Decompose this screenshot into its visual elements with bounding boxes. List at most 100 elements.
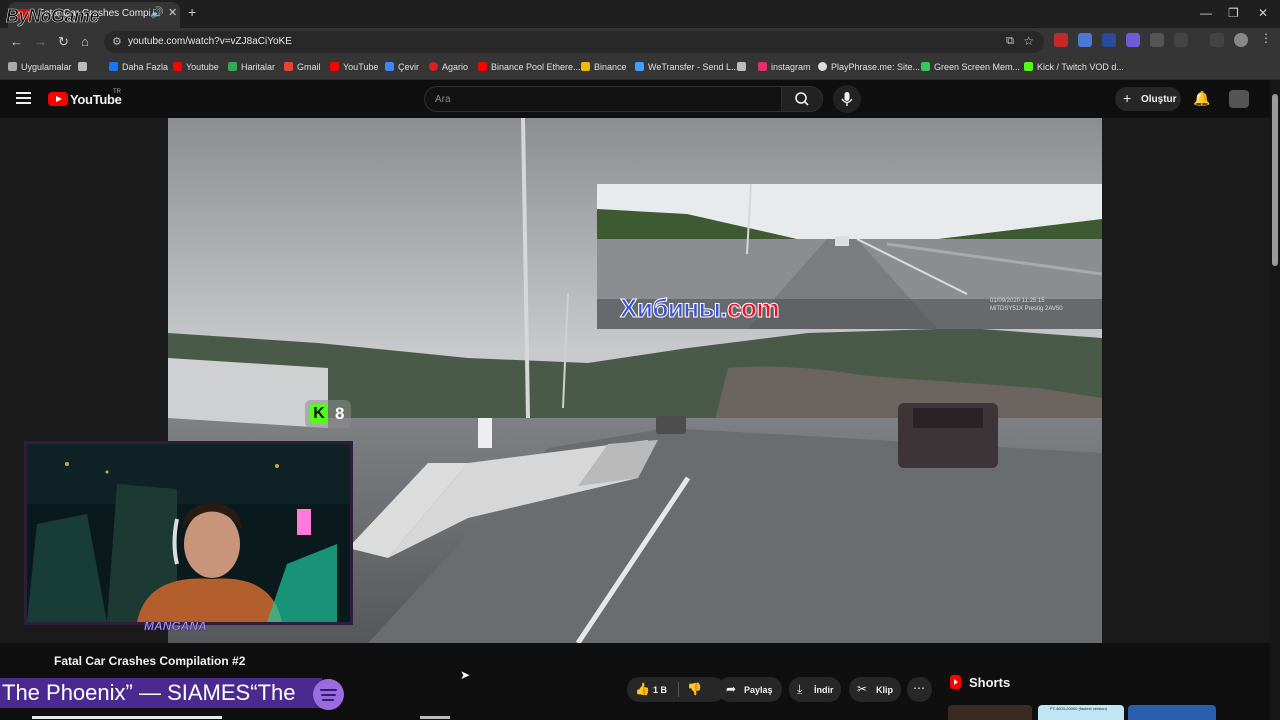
site-info-icon[interactable]: ⚙ [112, 35, 122, 48]
loading-bar [32, 716, 222, 719]
tab-close-icon[interactable]: ✕ [168, 6, 177, 19]
search-icon [795, 92, 809, 106]
shorts-heading: Shorts [969, 675, 1011, 690]
forward-button[interactable]: → [34, 34, 47, 49]
spotify-icon [313, 679, 344, 710]
more-dots-icon: ⋯ [913, 681, 925, 695]
back-button[interactable]: ← [10, 34, 23, 49]
browser-menu-icon[interactable]: ⋮ [1260, 31, 1274, 45]
profile-avatar-icon[interactable] [1234, 33, 1248, 47]
facebook-icon [109, 62, 118, 71]
youtube-icon [478, 62, 487, 71]
thumbs-down-icon: 👎 [687, 682, 702, 696]
bookmark-item[interactable]: Daha Fazla [109, 62, 168, 72]
menu-icon[interactable] [16, 92, 31, 107]
home-button[interactable]: ⌂ [81, 34, 89, 49]
new-tab-button[interactable]: + [188, 4, 196, 20]
gmail-icon [284, 62, 293, 71]
extension-new-icon[interactable] [1054, 33, 1068, 47]
youtube-logo-icon[interactable] [48, 92, 68, 106]
webcam-scene [27, 444, 350, 622]
thumbs-up-icon: 👍 [635, 682, 650, 696]
microphone-icon [841, 92, 853, 106]
bookmark-item[interactable]: Çevir [385, 62, 419, 72]
account-avatar[interactable] [1229, 90, 1249, 108]
bookmark-item[interactable]: PlayPhrase.me: Site... [818, 62, 920, 72]
playphrase-icon [818, 62, 827, 71]
streamer-webcam-overlay [24, 441, 353, 625]
bookmark-item[interactable]: WeTransfer - Send L... [635, 62, 739, 72]
search-placeholder: Ara [435, 94, 451, 105]
video-title: Fatal Car Crashes Compilation #2 [54, 654, 246, 668]
scrollbar-thumb[interactable] [1272, 94, 1278, 266]
extension-translate-icon[interactable] [1078, 33, 1092, 47]
close-window-button[interactable]: ✕ [1258, 6, 1268, 20]
restore-button[interactable]: ❐ [1228, 6, 1239, 20]
create-button[interactable]: + Oluştur [1115, 87, 1181, 111]
green-screen-icon [921, 62, 930, 71]
url-text[interactable]: youtube.com/watch?v=vZJ8aCiYoKE [128, 36, 292, 47]
bookmark-item[interactable]: Youtube [173, 62, 219, 72]
now-playing-overlay: The Phoenix” — SIAMES“The [0, 678, 322, 708]
dashcam-timestamp: 01/09/2020 11:25:15 MiTDSY51X Prestig 2A… [990, 298, 1063, 312]
page-scrollbar[interactable] [1270, 80, 1280, 720]
notifications-bell-icon[interactable]: 🔔 [1193, 90, 1210, 107]
bookmark-item[interactable]: Green Screen Mem... [921, 62, 1020, 72]
bookmark-grid[interactable] [78, 62, 91, 72]
bookmark-item[interactable]: Agario [429, 62, 468, 72]
download-button[interactable]: ⤓ İndir [789, 677, 841, 702]
viewer-count: 8 [335, 404, 345, 423]
bookmark-item[interactable]: Gmail [284, 62, 321, 72]
more-actions-button[interactable]: ⋯ [907, 677, 932, 702]
bookmark-apps[interactable]: Uygulamalar [8, 62, 72, 72]
bookmark-item[interactable]: instagram [758, 62, 811, 72]
bookmark-item[interactable]: Kick / Twitch VOD d... [1024, 62, 1124, 72]
search-input[interactable]: Ara [424, 86, 782, 112]
minimize-button[interactable]: — [1200, 6, 1212, 20]
channel-watermark: ByNoGame [6, 6, 100, 27]
maps-icon [228, 62, 237, 71]
extension-pen-icon[interactable] [1126, 33, 1140, 47]
like-count: 1 B [653, 685, 668, 695]
extensions-puzzle-icon[interactable] [1174, 33, 1188, 47]
bookmark-item[interactable]: YouTube [330, 62, 378, 72]
short-thumbnail[interactable]: FT-4603-20000 (fastest version) [1038, 705, 1124, 720]
install-app-icon[interactable]: ⧉ [1006, 35, 1014, 48]
clip-button[interactable]: ✂ Klip [849, 677, 901, 702]
webcam-name-tag: MANGANA [144, 619, 207, 634]
like-dislike-group: 👍 1 B 👎 [627, 677, 725, 702]
short-thumbnail[interactable] [1128, 705, 1216, 720]
tab-audio-icon[interactable]: 🔊 [150, 6, 164, 19]
reload-button[interactable]: ↻ [58, 34, 69, 50]
short-title: FT-4603-20000 (fastest version) [1050, 706, 1107, 711]
bookmark-item[interactable]: Haritalar [228, 62, 275, 72]
plus-icon: + [1123, 90, 1132, 106]
wetransfer-icon [635, 62, 644, 71]
short-thumbnail[interactable] [948, 705, 1032, 720]
search-button[interactable] [781, 86, 823, 112]
media-control-icon[interactable] [1210, 33, 1224, 47]
bookmark-folder[interactable] [737, 62, 750, 72]
bookmark-item[interactable]: Binance [581, 62, 627, 72]
translate-icon [385, 62, 394, 71]
shorts-icon [950, 675, 961, 689]
share-button[interactable]: ➦ Paylaş [718, 677, 782, 702]
bookmark-item[interactable]: Binance Pool Ethere... [478, 62, 581, 72]
extension-screenshot-icon[interactable] [1150, 33, 1164, 47]
like-button[interactable]: 👍 1 B [627, 677, 678, 702]
binance-icon [581, 62, 590, 71]
kick-icon [1024, 62, 1033, 71]
browser-tab-strip: Fatal Car Crashes Compilation #2 - YouTu… [0, 0, 1280, 28]
omnibox[interactable]: ⚙ youtube.com/watch?v=vZJ8aCiYoKE ⧉ ☆ [104, 31, 1044, 53]
bookmarks-bar: Uygulamalar Daha Fazla Youtube Haritalar… [0, 56, 1280, 80]
bookmark-star-icon[interactable]: ☆ [1023, 34, 1034, 48]
voice-search-button[interactable] [833, 85, 861, 113]
youtube-icon [173, 62, 182, 71]
extension-audio-icon[interactable] [1102, 33, 1116, 47]
now-playing-text: The Phoenix” — SIAMES“The [2, 680, 296, 705]
kick-logo-icon: K [310, 404, 328, 424]
loading-bar-segment [420, 716, 450, 719]
hibiny-watermark-logo: Хибины.com [620, 293, 780, 324]
country-code: TR [113, 89, 121, 95]
like-divider [678, 682, 679, 697]
